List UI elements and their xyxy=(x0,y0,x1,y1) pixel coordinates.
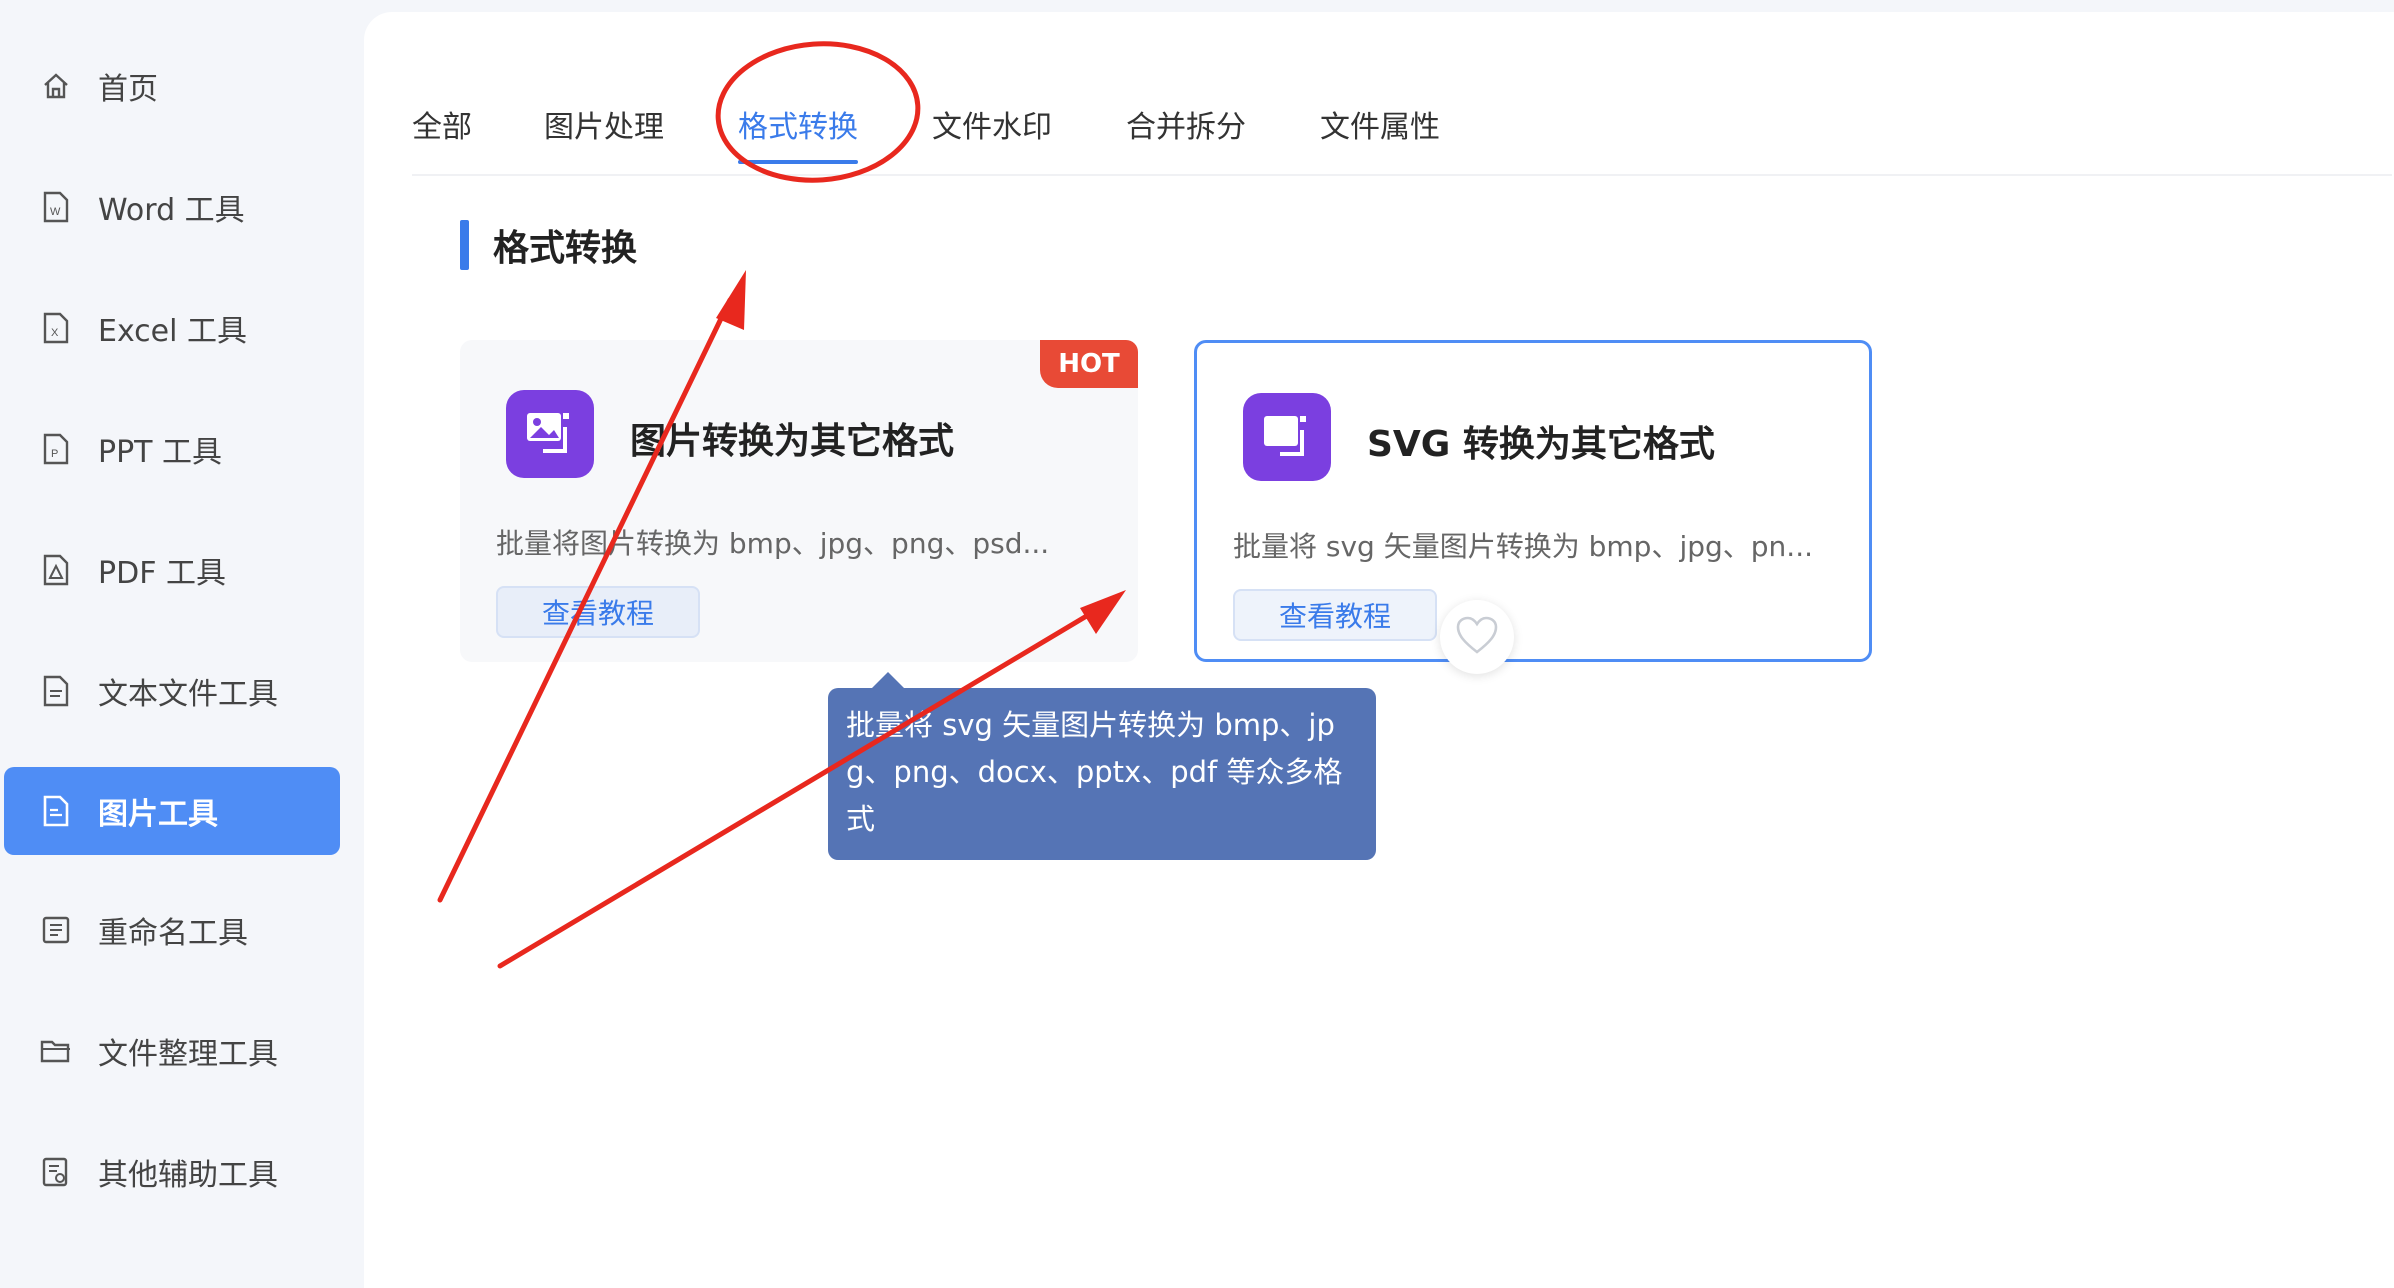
section-title: 格式转换 xyxy=(460,220,637,270)
svg-text:P: P xyxy=(51,448,58,460)
sidebar-item-label: Word 工具 xyxy=(98,193,245,228)
sidebar: 首页 W Word 工具 X Excel 工具 P PPT 工具 PDF 工具 … xyxy=(0,0,362,1288)
home-icon xyxy=(36,66,76,106)
section-title-bar xyxy=(460,220,469,270)
main-panel: 全部 图片处理 格式转换 文件水印 合并拆分 文件属性 格式转换 HOT 图片转… xyxy=(364,12,2394,1288)
sidebar-item-rename[interactable]: 重命名工具 xyxy=(4,886,340,974)
sidebar-item-label: 首页 xyxy=(98,72,158,107)
sidebar-item-label: Excel 工具 xyxy=(98,314,248,349)
tab-file-properties[interactable]: 文件属性 xyxy=(1320,102,1440,146)
tab-image-processing[interactable]: 图片处理 xyxy=(544,102,664,146)
tab-all[interactable]: 全部 xyxy=(412,102,472,146)
svg-text:X: X xyxy=(51,327,59,339)
tool-card-image-convert[interactable]: HOT 图片转换为其它格式 批量将图片转换为 bmp、jpg、png、psd..… xyxy=(460,340,1138,662)
sidebar-item-organize[interactable]: 文件整理工具 xyxy=(4,1007,340,1095)
tool-card-svg-convert[interactable]: SVG 转换为其它格式 批量将 svg 矢量图片转换为 bmp、jpg、pn..… xyxy=(1194,340,1872,662)
card-description: 批量将图片转换为 bmp、jpg、png、psd... xyxy=(496,527,1050,560)
sidebar-item-pdf[interactable]: PDF 工具 xyxy=(4,526,340,614)
tab-merge-split[interactable]: 合并拆分 xyxy=(1126,102,1246,146)
card-title: SVG 转换为其它格式 xyxy=(1367,424,1715,465)
word-file-icon: W xyxy=(36,187,76,227)
image-file-icon xyxy=(36,791,76,831)
card-tooltip: 批量将 svg 矢量图片转换为 bmp、jpg、png、docx、pptx、pd… xyxy=(828,672,1376,860)
section-title-text: 格式转换 xyxy=(493,228,638,269)
category-tabs: 全部 图片处理 格式转换 文件水印 合并拆分 文件属性 xyxy=(412,72,2392,176)
sidebar-item-label: 图片工具 xyxy=(98,797,218,832)
sidebar-item-word[interactable]: W Word 工具 xyxy=(4,163,340,251)
view-tutorial-button[interactable]: 查看教程 xyxy=(1233,589,1437,641)
sidebar-item-label: 文件整理工具 xyxy=(98,1037,278,1072)
sidebar-item-excel[interactable]: X Excel 工具 xyxy=(4,284,340,372)
svg-convert-icon xyxy=(1243,393,1331,481)
sidebar-item-text[interactable]: 文本文件工具 xyxy=(4,647,340,735)
misc-tools-icon xyxy=(36,1152,76,1192)
image-convert-icon xyxy=(506,390,594,478)
hot-badge: HOT xyxy=(1040,340,1138,388)
sidebar-item-label: 文本文件工具 xyxy=(98,677,278,712)
tab-file-watermark[interactable]: 文件水印 xyxy=(932,102,1052,146)
sidebar-item-label: 其他辅助工具 xyxy=(98,1158,278,1193)
svg-text:W: W xyxy=(50,206,61,218)
sidebar-item-label: 重命名工具 xyxy=(98,916,248,951)
sidebar-item-label: PPT 工具 xyxy=(98,435,223,470)
text-file-icon xyxy=(36,671,76,711)
sidebar-item-home[interactable]: 首页 xyxy=(4,42,340,130)
heart-icon xyxy=(1454,615,1500,659)
folder-icon xyxy=(36,1031,76,1071)
pdf-file-icon xyxy=(36,550,76,590)
sidebar-item-misc[interactable]: 其他辅助工具 xyxy=(4,1128,340,1216)
ppt-file-icon: P xyxy=(36,429,76,469)
rename-icon xyxy=(36,910,76,950)
card-description: 批量将 svg 矢量图片转换为 bmp、jpg、pn... xyxy=(1233,530,1814,563)
tab-format-conversion[interactable]: 格式转换 xyxy=(738,102,858,164)
sidebar-item-image[interactable]: 图片工具 xyxy=(4,767,340,855)
view-tutorial-button[interactable]: 查看教程 xyxy=(496,586,700,638)
card-title: 图片转换为其它格式 xyxy=(630,421,955,462)
favorite-button[interactable] xyxy=(1440,600,1514,674)
sidebar-item-ppt[interactable]: P PPT 工具 xyxy=(4,405,340,493)
sidebar-item-label: PDF 工具 xyxy=(98,556,226,591)
excel-file-icon: X xyxy=(36,308,76,348)
